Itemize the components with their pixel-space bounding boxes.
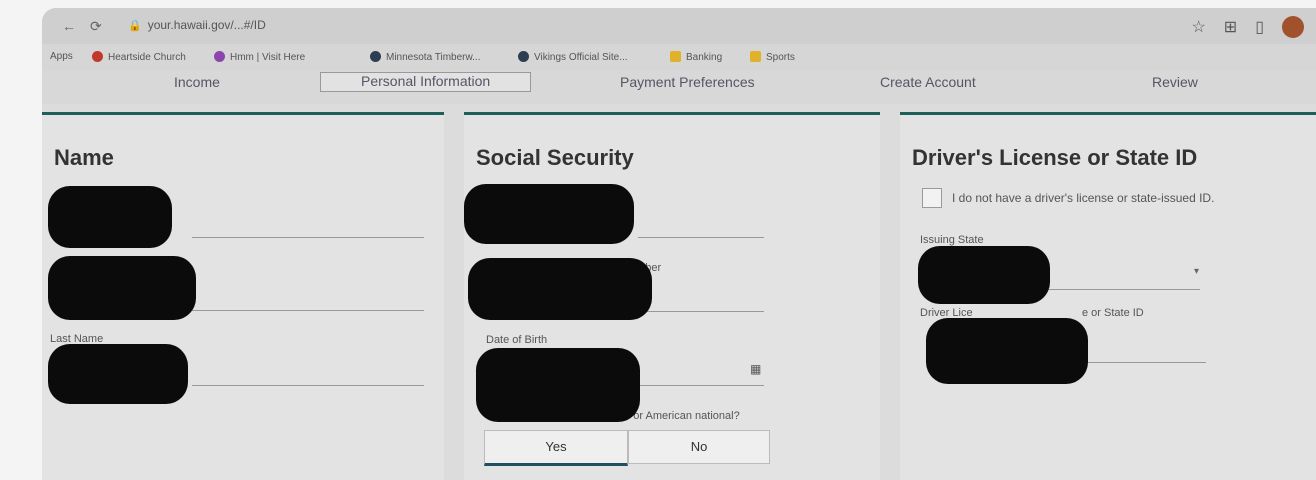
folder-icon: [670, 51, 681, 62]
redaction-mark: [48, 186, 172, 248]
step-income[interactable]: Income: [174, 74, 220, 90]
lock-icon: 🔒: [128, 20, 142, 32]
toolbar-right-icons: ☆ ⊞ ▯: [1191, 16, 1304, 38]
license-number-label-end: e or State ID: [1082, 307, 1144, 319]
no-license-checkbox[interactable]: [922, 188, 942, 208]
folder-icon: [750, 51, 761, 62]
extension-icon[interactable]: ⊞: [1224, 17, 1237, 37]
bookmark-favicon-icon: [370, 51, 381, 62]
reload-icon[interactable]: ⟳: [90, 18, 102, 35]
bookmark-favicon-icon: [214, 51, 225, 62]
citizen-no-button[interactable]: No: [628, 430, 770, 464]
browser-toolbar: ← ⟳ 🔒 your.hawaii.gov/...#/ID ☆ ⊞ ▯: [42, 8, 1316, 44]
citizen-yes-button[interactable]: Yes: [484, 430, 628, 466]
bookmark-apps[interactable]: Apps: [50, 51, 73, 62]
browser-window: ← ⟳ 🔒 your.hawaii.gov/...#/ID ☆ ⊞ ▯ Apps …: [42, 8, 1316, 480]
dob-field[interactable]: [638, 385, 764, 386]
bookmark-sports[interactable]: Sports: [750, 51, 795, 63]
name-title: Name: [54, 145, 114, 170]
first-name-field[interactable]: [192, 237, 424, 238]
bookmark-visit-here[interactable]: Hmm | Visit Here: [214, 51, 305, 63]
progress-steps: Income Personal Information Payment Pref…: [42, 70, 1316, 104]
chevron-down-icon[interactable]: ▾: [1194, 266, 1199, 277]
redaction-mark: [468, 258, 652, 320]
bookmark-icon[interactable]: ▯: [1255, 17, 1264, 37]
ssn-confirm-field[interactable]: [638, 311, 764, 312]
step-personal-information[interactable]: Personal Information: [320, 72, 532, 92]
redaction-mark: [48, 344, 188, 404]
address-bar[interactable]: 🔒 your.hawaii.gov/...#/ID: [128, 18, 266, 32]
drivers-license-title: Driver's License or State ID: [912, 145, 1198, 170]
issuing-state-select[interactable]: [1032, 289, 1200, 290]
bookmark-minnesota-timberwolves[interactable]: Minnesota Timberw...: [370, 51, 480, 63]
step-payment-preferences[interactable]: Payment Preferences: [620, 74, 755, 90]
profile-avatar[interactable]: [1282, 16, 1304, 38]
redaction-mark: [464, 184, 634, 244]
back-icon[interactable]: ←: [62, 18, 76, 34]
issuing-state-label: Issuing State: [920, 234, 984, 246]
bookmarks-bar: Apps Heartside Church Hmm | Visit Here M…: [42, 44, 1316, 70]
step-review[interactable]: Review: [1152, 74, 1198, 90]
dob-label: Date of Birth: [486, 334, 548, 346]
bookmark-favicon-icon: [92, 51, 103, 62]
bookmark-heartside-church[interactable]: Heartside Church: [92, 51, 186, 63]
middle-name-field[interactable]: [192, 310, 424, 311]
star-icon[interactable]: ☆: [1191, 17, 1205, 37]
url-text: your.hawaii.gov/...#/ID: [147, 18, 266, 32]
license-number-field[interactable]: [1082, 362, 1206, 363]
redaction-mark: [926, 318, 1088, 384]
bookmark-banking[interactable]: Banking: [670, 51, 722, 63]
social-security-title: Social Security: [476, 145, 634, 170]
bookmark-vikings[interactable]: Vikings Official Site...: [518, 51, 628, 63]
last-name-field[interactable]: [192, 385, 424, 386]
bookmark-favicon-icon: [518, 51, 529, 62]
step-create-account[interactable]: Create Account: [880, 74, 976, 90]
ssn-field[interactable]: [638, 237, 764, 238]
calendar-icon[interactable]: ▦: [750, 362, 761, 376]
redaction-mark: [48, 256, 196, 320]
redaction-mark: [918, 246, 1050, 304]
no-license-checkbox-label: I do not have a driver's license or stat…: [952, 191, 1215, 205]
redaction-mark: [476, 348, 640, 422]
